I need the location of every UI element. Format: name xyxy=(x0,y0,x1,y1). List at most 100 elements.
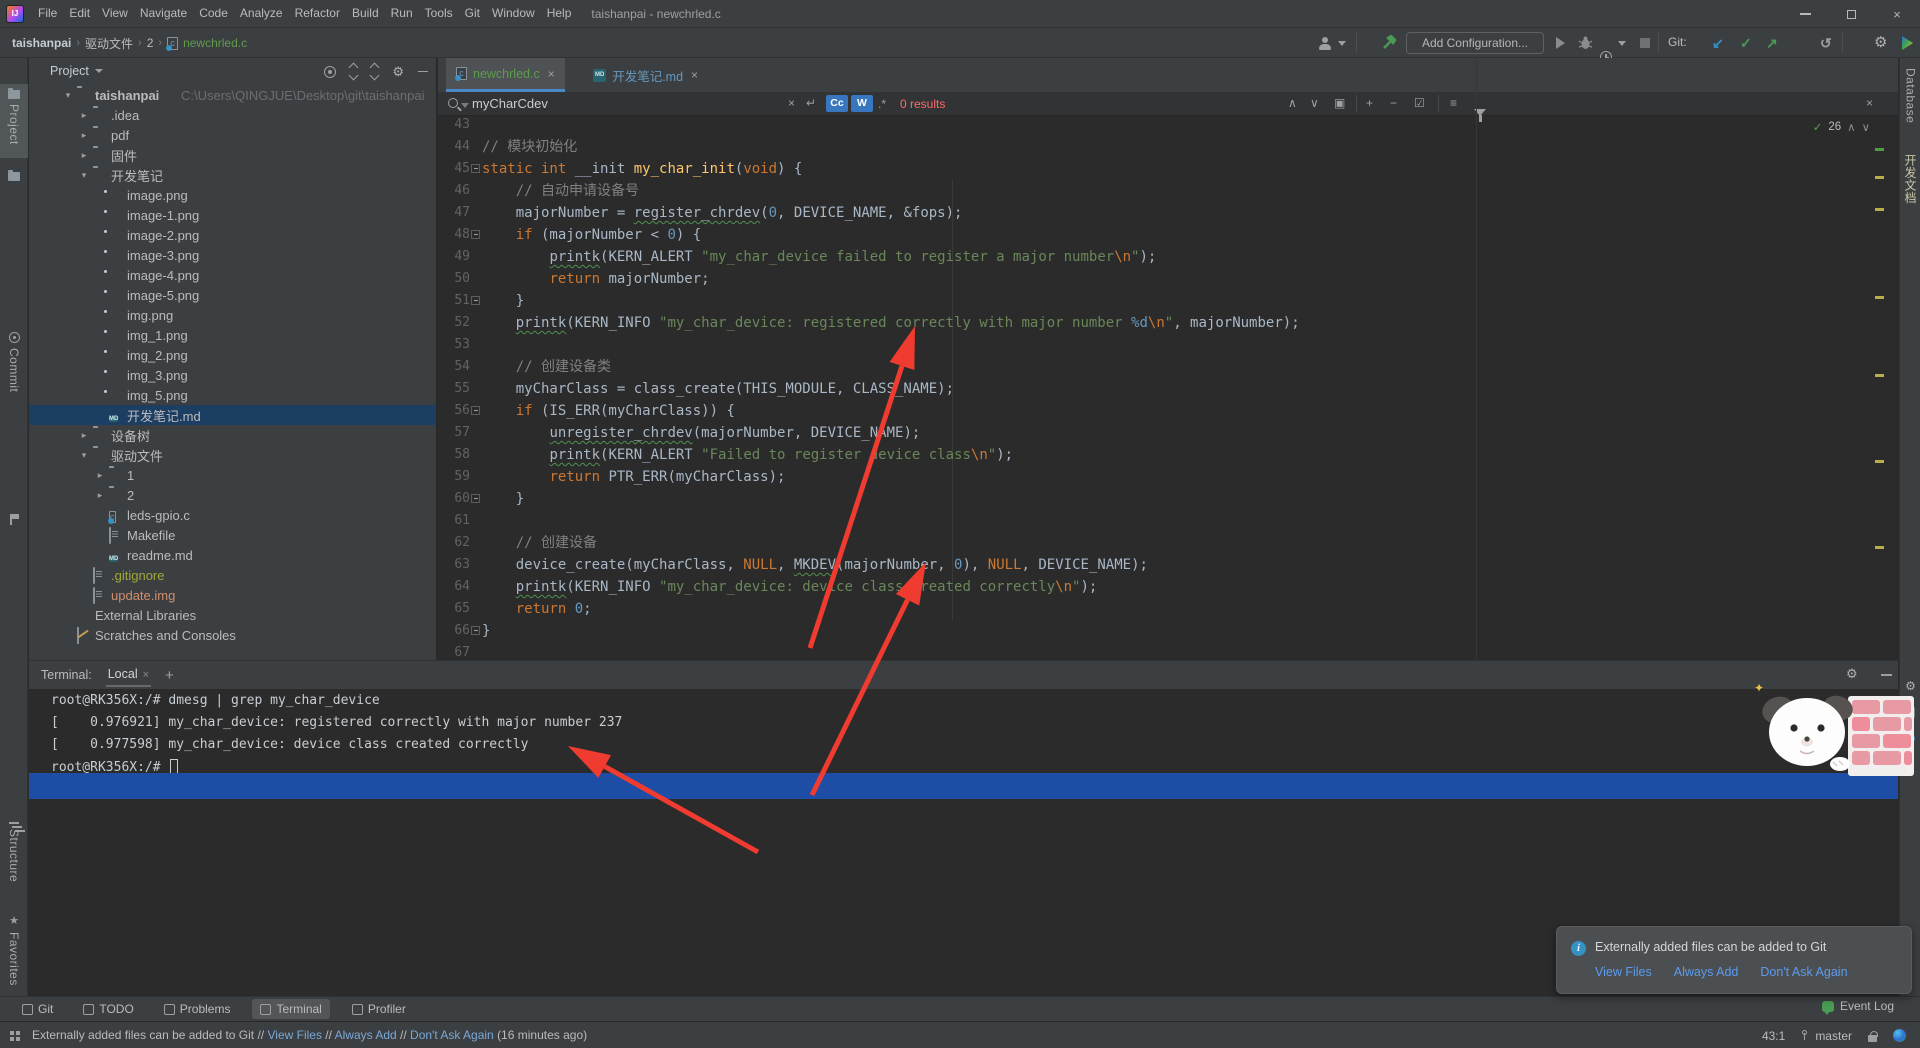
notification-action-view-files[interactable]: View Files xyxy=(1595,965,1652,979)
stripe-project-button[interactable]: Project xyxy=(0,84,28,158)
remove-occurrence-icon[interactable]: − xyxy=(1390,96,1397,110)
fold-marker[interactable] xyxy=(471,406,480,415)
regex-toggle[interactable]: .* xyxy=(878,97,886,111)
tree-item-image.png[interactable]: image.png xyxy=(29,185,436,205)
tree-item-image-1.png[interactable]: image-1.png xyxy=(29,205,436,225)
stripe-structure-button[interactable]: Structure xyxy=(0,816,28,900)
tree-item-2[interactable]: ▸2 xyxy=(29,485,436,505)
clear-search-icon[interactable]: × xyxy=(788,96,795,110)
tree-item-img.png[interactable]: img.png xyxy=(29,305,436,325)
code-with-me-icon[interactable] xyxy=(1893,1029,1906,1042)
prev-inspection-icon[interactable]: ∧ xyxy=(1847,120,1855,134)
tree-item-驱动文件[interactable]: ▾驱动文件 xyxy=(29,445,436,465)
menu-run[interactable]: Run xyxy=(385,0,419,27)
stripe-folder-button[interactable] xyxy=(0,166,28,190)
fold-marker[interactable] xyxy=(471,494,480,503)
select-all-occurrences-icon[interactable]: ▣ xyxy=(1334,96,1345,110)
chevron-right-icon[interactable]: ▸ xyxy=(95,490,105,501)
menu-window[interactable]: Window xyxy=(486,0,541,27)
menu-refactor[interactable]: Refactor xyxy=(289,0,346,27)
tree-item-.gitignore[interactable]: .gitignore xyxy=(29,565,436,585)
chevron-down-icon[interactable]: ▾ xyxy=(63,90,73,101)
status-message[interactable]: Externally added files can be added to G… xyxy=(32,1028,587,1042)
menu-git[interactable]: Git xyxy=(459,0,486,27)
project-view-dropdown-icon[interactable] xyxy=(95,69,103,73)
menu-build[interactable]: Build xyxy=(346,0,385,27)
locate-file-icon[interactable] xyxy=(324,66,336,78)
tree-item-taishanpai[interactable]: ▾taishanpaiC:\Users\QINGJUE\Desktop\git\… xyxy=(29,85,436,105)
menu-view[interactable]: View xyxy=(96,0,134,27)
tree-item-image-3.png[interactable]: image-3.png xyxy=(29,245,436,265)
add-configuration-button[interactable]: Add Configuration... xyxy=(1406,32,1544,54)
panel-settings-gear-icon[interactable]: ⚙ xyxy=(392,65,404,78)
tree-item-External Libraries[interactable]: External Libraries xyxy=(29,605,436,625)
tool-window-button-todo[interactable]: TODO xyxy=(75,999,141,1019)
tree-item-image-4.png[interactable]: image-4.png xyxy=(29,265,436,285)
tree-item-开发笔记[interactable]: ▾开发笔记 xyxy=(29,165,436,185)
minimize-button[interactable] xyxy=(1782,0,1828,28)
editor-tab-开发笔记.md[interactable]: MD开发笔记.md× xyxy=(583,58,708,92)
tab-close-icon[interactable]: × xyxy=(548,67,555,81)
notification-action-don-t-ask-again[interactable]: Don't Ask Again xyxy=(1760,965,1847,979)
menu-help[interactable]: Help xyxy=(541,0,578,27)
stripe-favorites-button[interactable]: ★ Favorites xyxy=(0,910,28,996)
tree-item-image-5.png[interactable]: image-5.png xyxy=(29,285,436,305)
tree-item-image-2.png[interactable]: image-2.png xyxy=(29,225,436,245)
notification-action-always-add[interactable]: Always Add xyxy=(1674,965,1739,979)
tree-item-readme.md[interactable]: MDreadme.md xyxy=(29,545,436,565)
editor-area[interactable]: cnewchrled.c×MD开发笔记.md× myCharCdev × ↵ C… xyxy=(438,58,1898,660)
tree-item-img_3.png[interactable]: img_3.png xyxy=(29,365,436,385)
tree-item-leds-gpio.c[interactable]: cleds-gpio.c xyxy=(29,505,436,525)
multiline-search-icon[interactable]: ≡ xyxy=(1450,96,1457,110)
menu-file[interactable]: File xyxy=(32,0,63,27)
collapse-all-icon[interactable] xyxy=(371,64,378,79)
git-push-icon[interactable]: ↗ xyxy=(1766,36,1778,50)
fold-marker[interactable] xyxy=(471,296,480,305)
restore-button[interactable] xyxy=(1828,0,1874,28)
tree-item-pdf[interactable]: ▸pdf xyxy=(29,125,436,145)
tool-window-button-profiler[interactable]: Profiler xyxy=(344,999,414,1019)
fold-marker[interactable] xyxy=(471,164,480,173)
close-find-bar-icon[interactable]: × xyxy=(1866,96,1873,110)
readonly-lock-icon[interactable] xyxy=(1868,1035,1877,1042)
tree-item-Makefile[interactable]: Makefile xyxy=(29,525,436,545)
user-account-icon[interactable] xyxy=(1318,36,1332,50)
tree-item-固件[interactable]: ▸固件 xyxy=(29,145,436,165)
find-search-icon[interactable] xyxy=(448,98,458,108)
add-occurrence-icon[interactable]: + xyxy=(1366,96,1373,110)
status-link[interactable]: Always Add xyxy=(335,1028,397,1042)
tree-item-1[interactable]: ▸1 xyxy=(29,465,436,485)
tree-item-img_1.png[interactable]: img_1.png xyxy=(29,325,436,345)
fold-marker[interactable] xyxy=(471,626,480,635)
tree-item-设备树[interactable]: ▸设备树 xyxy=(29,425,436,445)
tool-window-button-problems[interactable]: Problems xyxy=(156,999,239,1019)
search-input[interactable]: myCharCdev xyxy=(472,96,548,111)
tree-item-.idea[interactable]: ▸.idea xyxy=(29,105,436,125)
tree-item-开发笔记.md[interactable]: MD开发笔记.md xyxy=(29,405,436,425)
run-options-chevron-icon[interactable] xyxy=(1618,41,1626,46)
status-link[interactable]: View Files xyxy=(267,1028,321,1042)
tool-window-switcher-icon[interactable] xyxy=(10,1031,14,1035)
new-terminal-session-icon[interactable]: + xyxy=(165,667,174,684)
tree-item-img_2.png[interactable]: img_2.png xyxy=(29,345,436,365)
editor-tab-newchrled.c[interactable]: cnewchrled.c× xyxy=(446,58,565,92)
breadcrumb-item[interactable]: newchrled.c xyxy=(183,36,247,50)
stripe-docs-button[interactable]: 开发文档 xyxy=(1900,154,1920,204)
breadcrumb-item[interactable]: taishanpai xyxy=(12,36,71,50)
menu-code[interactable]: Code xyxy=(193,0,234,27)
prev-occurrence-icon[interactable]: ∧ xyxy=(1288,96,1297,110)
chevron-down-icon[interactable]: ▾ xyxy=(79,170,89,181)
tool-window-button-git[interactable]: Git xyxy=(14,999,61,1019)
chevron-right-icon[interactable]: ▸ xyxy=(79,150,89,161)
stripe-database-button[interactable]: Database xyxy=(1900,68,1920,123)
next-inspection-icon[interactable]: ∨ xyxy=(1862,120,1870,134)
stripe-commit-button[interactable]: Commit xyxy=(0,326,28,402)
menu-navigate[interactable]: Navigate xyxy=(134,0,193,27)
words-toggle[interactable]: W xyxy=(851,95,873,112)
git-commit-check-icon[interactable]: ✓ xyxy=(1740,36,1752,50)
tree-item-img_5.png[interactable]: img_5.png xyxy=(29,385,436,405)
menu-analyze[interactable]: Analyze xyxy=(234,0,289,27)
user-dropdown-icon[interactable] xyxy=(1338,41,1346,46)
stripe-bookmark-button[interactable] xyxy=(0,508,28,532)
debug-bug-icon[interactable] xyxy=(1578,35,1593,51)
